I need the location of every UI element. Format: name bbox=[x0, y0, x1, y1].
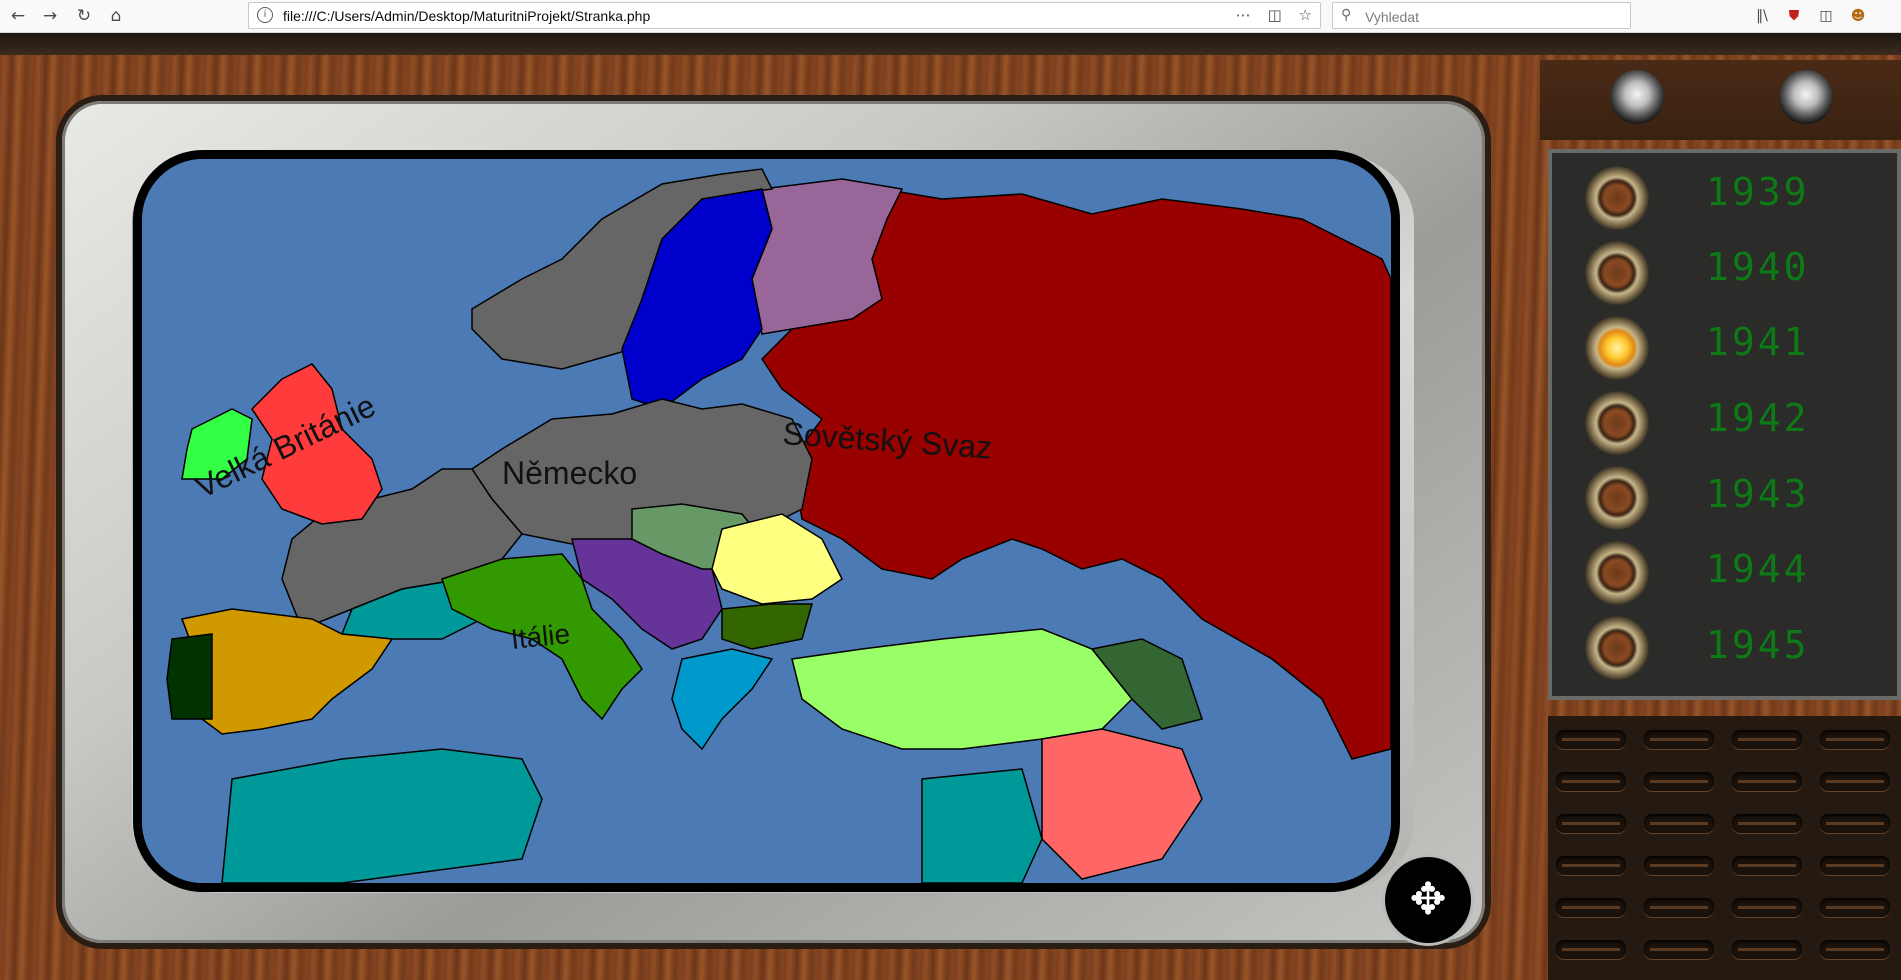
speaker-slot bbox=[1732, 772, 1802, 791]
knob-bar bbox=[1540, 60, 1901, 140]
sidebar-icon[interactable]: ◫ bbox=[1816, 6, 1836, 26]
year-label-1942[interactable]: 1942 bbox=[1706, 396, 1846, 440]
country-arabia[interactable] bbox=[921, 768, 1043, 883]
fullscreen-button[interactable]: ✥ bbox=[1382, 854, 1474, 946]
year-button-1941[interactable] bbox=[1585, 316, 1649, 380]
speaker-grille bbox=[1548, 716, 1901, 980]
ublock-icon[interactable]: ⛊ bbox=[1784, 6, 1804, 26]
url-tools: ⋯ ◫ ☆ bbox=[1224, 6, 1312, 24]
speaker-slot bbox=[1820, 856, 1890, 875]
cabinet-top-edge bbox=[0, 33, 1901, 55]
year-label-1939[interactable]: 1939 bbox=[1706, 170, 1846, 214]
europe-map[interactable]: Velká Británie Německo Sovětský Svaz Itá… bbox=[142, 159, 1391, 883]
speaker-slot bbox=[1732, 940, 1802, 959]
year-label-1943[interactable]: 1943 bbox=[1706, 472, 1846, 516]
year-button-1945[interactable] bbox=[1585, 616, 1649, 680]
site-info-icon[interactable]: i bbox=[257, 7, 273, 23]
speaker-slot bbox=[1556, 898, 1626, 917]
tv-screen-map[interactable]: Velká Británie Německo Sovětský Svaz Itá… bbox=[133, 150, 1400, 892]
back-arrow-icon[interactable]: ← bbox=[6, 4, 30, 28]
label-italie: Itálie bbox=[509, 618, 571, 655]
search-box[interactable]: ⚲ bbox=[1332, 2, 1631, 29]
year-label-1940[interactable]: 1940 bbox=[1706, 245, 1846, 289]
speaker-slot bbox=[1732, 814, 1802, 833]
channel-knob-icon[interactable] bbox=[1779, 70, 1833, 124]
speaker-slot bbox=[1644, 772, 1714, 791]
label-nemecko: Německo bbox=[502, 455, 637, 491]
profile-icon[interactable]: ☻ bbox=[1848, 6, 1868, 26]
year-label-1944[interactable]: 1944 bbox=[1706, 547, 1846, 591]
home-icon[interactable]: ⌂ bbox=[104, 4, 128, 28]
speaker-slot bbox=[1820, 730, 1890, 749]
speaker-slot bbox=[1644, 856, 1714, 875]
speaker-slot bbox=[1644, 814, 1714, 833]
bookmark-star-icon[interactable]: ☆ bbox=[1299, 6, 1312, 24]
volume-knob-icon[interactable] bbox=[1610, 70, 1664, 124]
fullscreen-arrows-icon: ✥ bbox=[1409, 874, 1447, 925]
year-button-1944[interactable] bbox=[1585, 541, 1649, 605]
pocket-icon[interactable]: ◫ bbox=[1268, 6, 1282, 24]
url-text[interactable]: file:///C:/Users/Admin/Desktop/Maturitni… bbox=[283, 8, 650, 24]
year-button-1940[interactable] bbox=[1585, 241, 1649, 305]
speaker-slot bbox=[1556, 940, 1626, 959]
reload-icon[interactable]: ↻ bbox=[72, 4, 96, 28]
speaker-slot bbox=[1644, 898, 1714, 917]
browser-toolbar: ← → ↻ ⌂ i file:///C:/Users/Admin/Desktop… bbox=[0, 0, 1901, 33]
year-button-1943[interactable] bbox=[1585, 466, 1649, 530]
search-icon: ⚲ bbox=[1341, 7, 1352, 23]
forward-arrow-icon[interactable]: → bbox=[38, 4, 62, 28]
year-label-1945[interactable]: 1945 bbox=[1706, 623, 1846, 667]
year-label-1941[interactable]: 1941 bbox=[1706, 320, 1846, 364]
speaker-slot bbox=[1732, 730, 1802, 749]
speaker-slot bbox=[1732, 898, 1802, 917]
country-portugal[interactable] bbox=[166, 633, 213, 720]
speaker-slot bbox=[1556, 730, 1626, 749]
speaker-slot bbox=[1556, 772, 1626, 791]
speaker-slot bbox=[1732, 856, 1802, 875]
speaker-slot bbox=[1820, 772, 1890, 791]
speaker-slot bbox=[1820, 940, 1890, 959]
speaker-slot bbox=[1644, 940, 1714, 959]
address-bar[interactable]: i file:///C:/Users/Admin/Desktop/Maturit… bbox=[248, 2, 1321, 29]
speaker-slot bbox=[1556, 814, 1626, 833]
speaker-slot bbox=[1556, 856, 1626, 875]
speaker-slot bbox=[1644, 730, 1714, 749]
year-button-1942[interactable] bbox=[1585, 391, 1649, 455]
search-input[interactable] bbox=[1363, 6, 1622, 27]
year-button-1939[interactable] bbox=[1585, 166, 1649, 230]
speaker-slot bbox=[1820, 814, 1890, 833]
page-actions-icon[interactable]: ⋯ bbox=[1236, 6, 1251, 24]
library-icon[interactable]: ‖\ bbox=[1752, 6, 1772, 26]
speaker-slot bbox=[1820, 898, 1890, 917]
